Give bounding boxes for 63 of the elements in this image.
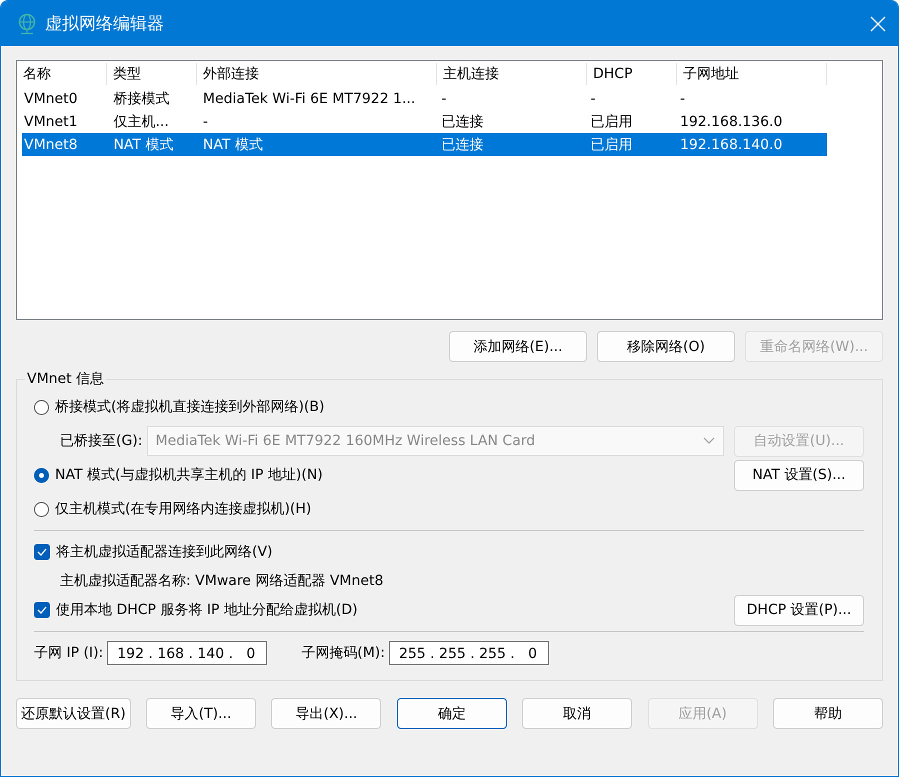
checkbox-icon[interactable]	[34, 602, 50, 618]
column-header[interactable]: DHCP	[587, 63, 677, 85]
table-cell-text: MediaTek Wi-Fi 6E MT7922 1...	[202, 90, 416, 106]
table-cell-text: 已启用	[590, 112, 634, 130]
subnet-mask-field[interactable]: 255 . 255 . 255 . 0	[388, 641, 549, 665]
adapter-name-text: 主机虚拟适配器名称: VMware 网络适配器 VMnet8	[60, 572, 384, 590]
column-header[interactable]: 名称	[17, 63, 107, 85]
dialog-button[interactable]: 帮助	[773, 698, 883, 729]
dhcp-settings-button[interactable]: DHCP 设置(P)...	[734, 594, 864, 626]
table-cell-text: VMnet8	[23, 136, 79, 152]
network-row[interactable]: VMnet8 NAT 模式 NAT 模式 已连接 已启用 192.168.140.0	[22, 133, 827, 156]
table-cell-text: 已连接	[440, 136, 484, 154]
table-cell-text: 已连接	[440, 112, 484, 130]
radio-label: 桥接模式(将虚拟机直接连接到外部网络)(B)	[55, 398, 324, 416]
table-cell-text: -	[678, 90, 686, 106]
mode-radio[interactable]: 桥接模式(将虚拟机直接连接到外部网络)(B)	[34, 398, 864, 416]
option-checkbox[interactable]: 使用本地 DHCP 服务将 IP 地址分配给虚拟机(D)	[34, 601, 734, 619]
dialog-button[interactable]: 还原默认设置(R)	[16, 698, 131, 729]
checkbox-label: 使用本地 DHCP 服务将 IP 地址分配给虚拟机(D)	[56, 601, 358, 619]
list-action-button[interactable]: 添加网络(E)...	[449, 331, 587, 362]
column-header[interactable]: 主机连接	[437, 63, 587, 85]
table-cell-text: 192.168.140.0	[678, 136, 784, 152]
nat-settings-button[interactable]: NAT 设置(S)...	[734, 460, 864, 490]
table-cell-text: 已启用	[590, 136, 634, 154]
table-cell-text: NAT 模式	[202, 136, 264, 154]
radio-label: 仅主机模式(在专用网络内连接虚拟机)(H)	[55, 500, 312, 518]
group-title: VMnet 信息	[25, 370, 106, 388]
dialog-button[interactable]: 导入(T)...	[146, 698, 256, 729]
close-icon[interactable]	[870, 16, 886, 32]
table-cell-text: VMnet1	[23, 114, 79, 130]
column-header[interactable]: 子网地址	[677, 63, 827, 85]
table-cell-text: 192.168.136.0	[678, 114, 784, 130]
dialog-button[interactable]: 取消	[522, 698, 632, 729]
dialog-button[interactable]: 导出(X)...	[271, 698, 382, 729]
table-cell-text: NAT 模式	[112, 136, 174, 154]
column-header[interactable]: 外部连接	[197, 63, 437, 85]
column-header[interactable]: 类型	[107, 63, 197, 85]
mode-radio[interactable]: NAT 模式(与虚拟机共享主机的 IP 地址)(N)	[34, 466, 734, 484]
radio-icon[interactable]	[34, 400, 49, 414]
radio-label: NAT 模式(与虚拟机共享主机的 IP 地址)(N)	[55, 466, 323, 484]
window-title: 虚拟网络编辑器	[45, 13, 165, 35]
table-cell-text: VMnet0	[23, 90, 79, 106]
list-action-button[interactable]: 移除网络(O)	[597, 331, 735, 362]
bridged-to-label: 已桥接至(G):	[60, 432, 142, 450]
subnet-ip-field[interactable]: 192 . 168 . 140 . 0	[107, 641, 268, 665]
dialog-button[interactable]: 确定	[396, 698, 507, 729]
table-cell-text: -	[440, 90, 448, 106]
table-cell-text: -	[202, 114, 209, 130]
network-row[interactable]: VMnet0 桥接模式 MediaTek Wi-Fi 6E MT7922 1... - - -	[22, 87, 827, 110]
option-checkbox[interactable]: 将主机虚拟适配器连接到此网络(V)	[34, 543, 864, 561]
mode-radio[interactable]: 仅主机模式(在专用网络内连接虚拟机)(H)	[34, 500, 864, 518]
subnet-mask-label: 子网掩码(M):	[301, 644, 385, 662]
network-row[interactable]: VMnet1 仅主机... - 已连接 已启用 192.168.136.0	[22, 110, 827, 133]
radio-icon[interactable]	[34, 502, 49, 516]
table-cell-text: -	[590, 90, 597, 106]
subnet-ip-label: 子网 IP (I):	[34, 644, 104, 662]
checkbox-label: 将主机虚拟适配器连接到此网络(V)	[56, 543, 273, 561]
chevron-down-icon	[703, 437, 715, 445]
checkbox-icon[interactable]	[34, 544, 50, 560]
radio-icon[interactable]	[34, 468, 49, 482]
table-cell-text: 仅主机...	[112, 112, 170, 130]
globe-icon	[17, 12, 37, 34]
table-cell-text: 桥接模式	[112, 90, 170, 108]
